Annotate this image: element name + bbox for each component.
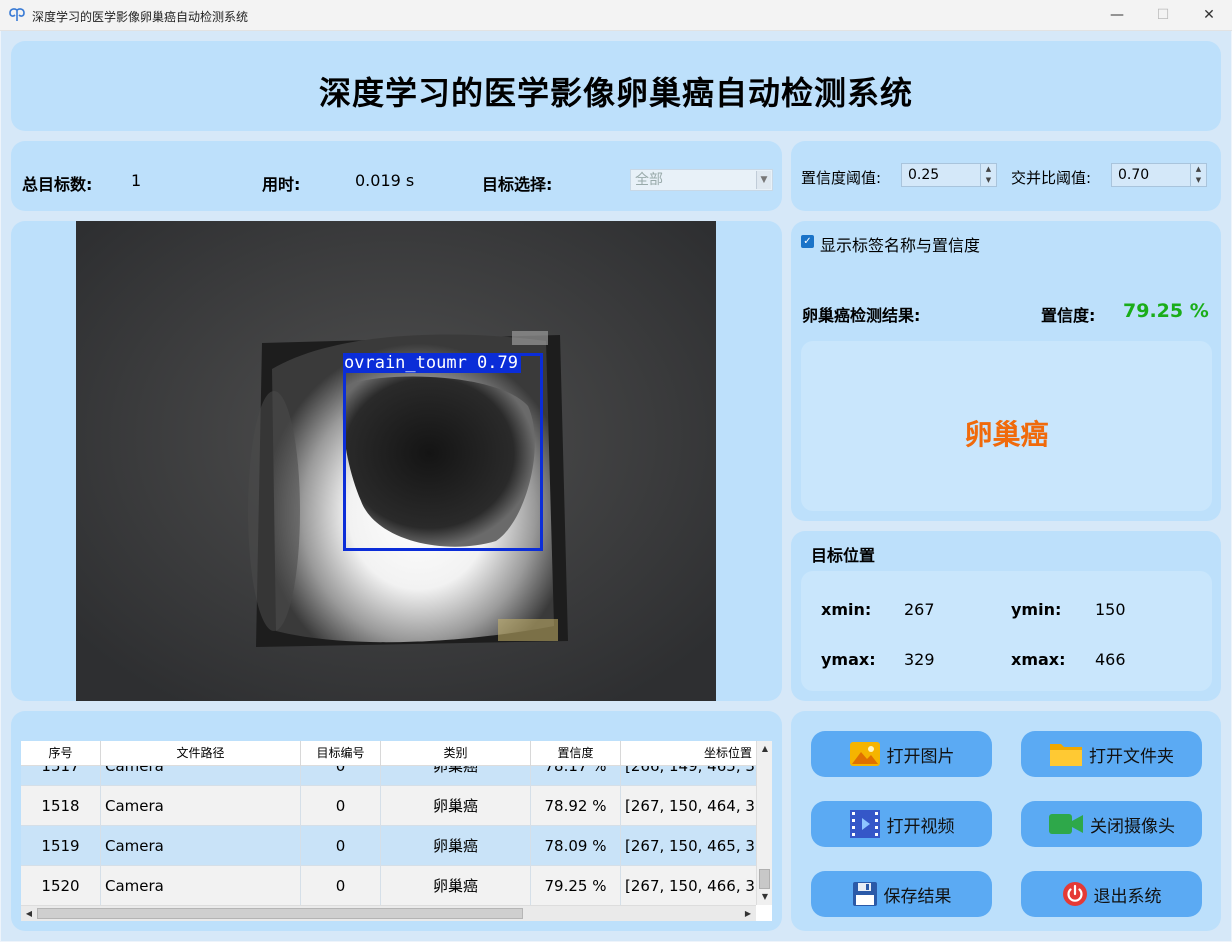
conf-threshold-spinbox[interactable]: 0.25 ▲ ▼ — [901, 163, 997, 187]
ymax-label: ymax: — [821, 650, 876, 669]
spin-down-icon[interactable]: ▼ — [981, 175, 996, 186]
table-horizontal-scrollbar[interactable]: ◀ ▶ — [21, 905, 756, 921]
table-vertical-scrollbar[interactable]: ▲ ▼ — [756, 741, 772, 905]
open-image-button[interactable]: 打开图片 — [811, 731, 992, 777]
results-table[interactable]: 1517 Camera 0 卵巢癌 78.17 % [266, 149, 465… — [21, 741, 772, 921]
table-row[interactable]: 1520 Camera 0 卵巢癌 79.25 % [267, 150, 466… — [21, 866, 756, 906]
table-cell: 0 — [301, 866, 381, 906]
table-cell: 78.09 % — [531, 826, 621, 866]
xmin-label: xmin: — [821, 600, 872, 619]
total-targets-value: 1 — [131, 171, 142, 190]
xmax-value: 466 — [1095, 650, 1126, 669]
power-icon — [1062, 882, 1087, 906]
open-video-button[interactable]: 打开视频 — [811, 801, 992, 847]
open-folder-button[interactable]: 打开文件夹 — [1021, 731, 1202, 777]
table-cell: Camera — [101, 786, 301, 826]
total-targets-label: 总目标数: — [22, 175, 93, 194]
table-cell: [267, 150, 465, 329] — [625, 837, 756, 855]
target-position-box — [801, 571, 1212, 691]
scroll-right-icon[interactable]: ▶ — [740, 906, 756, 922]
table-cell: [267, 150, 464, 329] — [625, 797, 756, 815]
open-image-label: 打开图片 — [886, 746, 955, 767]
detection-bounding-box — [343, 353, 543, 551]
elapsed-time-label: 用时: — [262, 175, 301, 194]
maximize-button[interactable]: ☐ — [1140, 0, 1186, 31]
iou-threshold-label: 交并比阈值: — [1011, 169, 1092, 187]
folder-icon — [1050, 744, 1082, 766]
table-row[interactable]: 1518 Camera 0 卵巢癌 78.92 % [267, 150, 464… — [21, 786, 756, 826]
elapsed-time-value: 0.019 s — [355, 171, 415, 190]
table-cell: Camera — [101, 826, 301, 866]
camera-icon — [1049, 814, 1083, 834]
target-select-dropdown[interactable]: 全部 ▼ — [630, 169, 773, 191]
window-titlebar: 深度学习的医学影像卵巢癌自动检测系统 — ☐ ✕ — [0, 0, 1232, 31]
target-select-value: 全部 — [635, 172, 663, 188]
chevron-down-icon[interactable]: ▼ — [756, 171, 771, 189]
scroll-up-icon[interactable]: ▲ — [757, 741, 773, 757]
header-panel: 深度学习的医学影像卵巢癌自动检测系统 — [11, 41, 1221, 131]
scroll-down-icon[interactable]: ▼ — [757, 889, 773, 905]
conf-threshold-value: 0.25 — [908, 167, 940, 183]
table-cell: 1520 — [21, 866, 101, 906]
ymin-label: ymin: — [1011, 600, 1062, 619]
exit-system-button[interactable]: 退出系统 — [1021, 871, 1202, 917]
show-labels-text: 显示标签名称与置信度 — [820, 236, 981, 255]
result-class-name: 卵巢癌 — [964, 418, 1049, 451]
minimize-button[interactable]: — — [1094, 0, 1140, 31]
column-header[interactable]: 类别 — [381, 741, 531, 766]
image-icon — [849, 742, 880, 766]
table-cell: 78.92 % — [531, 786, 621, 826]
close-camera-button[interactable]: 关闭摄像头 — [1021, 801, 1202, 847]
detection-box-label: ovrain_toumr 0.79 — [343, 353, 521, 373]
table-cell: 0 — [301, 826, 381, 866]
save-results-button[interactable]: 保存结果 — [811, 871, 992, 917]
confidence-value: 79.25 % — [1123, 300, 1209, 322]
conf-threshold-label: 置信度阈值: — [801, 169, 882, 187]
detection-result-label: 卵巢癌检测结果: — [802, 306, 921, 325]
column-header[interactable]: 坐标位置 — [621, 741, 756, 766]
column-header[interactable]: 序号 — [21, 741, 101, 766]
table-row[interactable]: 1519 Camera 0 卵巢癌 78.09 % [267, 150, 465… — [21, 826, 756, 866]
video-icon — [849, 810, 880, 838]
xmin-value: 267 — [904, 600, 935, 619]
xmax-label: xmax: — [1011, 650, 1066, 669]
save-icon — [852, 882, 877, 906]
open-video-label: 打开视频 — [886, 816, 955, 837]
iou-threshold-spinbox[interactable]: 0.70 ▲ ▼ — [1111, 163, 1207, 187]
spin-up-icon[interactable]: ▲ — [1191, 164, 1206, 175]
confidence-label: 置信度: — [1041, 306, 1096, 325]
table-cell: 79.25 % — [531, 866, 621, 906]
app-logo-icon — [9, 8, 25, 21]
column-header[interactable]: 文件路径 — [101, 741, 301, 766]
close-camera-label: 关闭摄像头 — [1090, 816, 1175, 837]
ymax-value: 329 — [904, 650, 935, 669]
scroll-left-icon[interactable]: ◀ — [21, 906, 37, 922]
table-cell: [267, 150, 466, 329] — [625, 877, 756, 895]
table-cell: 卵巢癌 — [381, 826, 531, 866]
table-cell: 卵巢癌 — [381, 866, 531, 906]
spin-down-icon[interactable]: ▼ — [1191, 175, 1206, 186]
table-cell: 0 — [301, 786, 381, 826]
table-cell: 1519 — [21, 826, 101, 866]
table-header: 序号 文件路径 目标编号 类别 置信度 坐标位置 — [21, 741, 756, 766]
scroll-thumb[interactable] — [37, 908, 523, 919]
target-position-title: 目标位置 — [811, 546, 876, 565]
exit-system-label: 退出系统 — [1093, 886, 1162, 907]
open-folder-label: 打开文件夹 — [1089, 746, 1174, 767]
page-title: 深度学习的医学影像卵巢癌自动检测系统 — [318, 74, 913, 112]
table-cell: 卵巢癌 — [381, 786, 531, 826]
spin-up-icon[interactable]: ▲ — [981, 164, 996, 175]
ymin-value: 150 — [1095, 600, 1126, 619]
iou-threshold-value: 0.70 — [1118, 167, 1150, 183]
column-header[interactable]: 目标编号 — [301, 741, 381, 766]
scroll-thumb[interactable] — [759, 869, 770, 889]
column-header[interactable]: 置信度 — [531, 741, 621, 766]
close-button[interactable]: ✕ — [1186, 0, 1232, 31]
table-cell: 1518 — [21, 786, 101, 826]
target-select-label: 目标选择: — [482, 175, 553, 194]
window-title: 深度学习的医学影像卵巢癌自动检测系统 — [32, 10, 249, 24]
table-cell: Camera — [101, 866, 301, 906]
show-labels-checkbox[interactable]: ✓ — [801, 235, 814, 248]
save-results-label: 保存结果 — [883, 886, 952, 907]
